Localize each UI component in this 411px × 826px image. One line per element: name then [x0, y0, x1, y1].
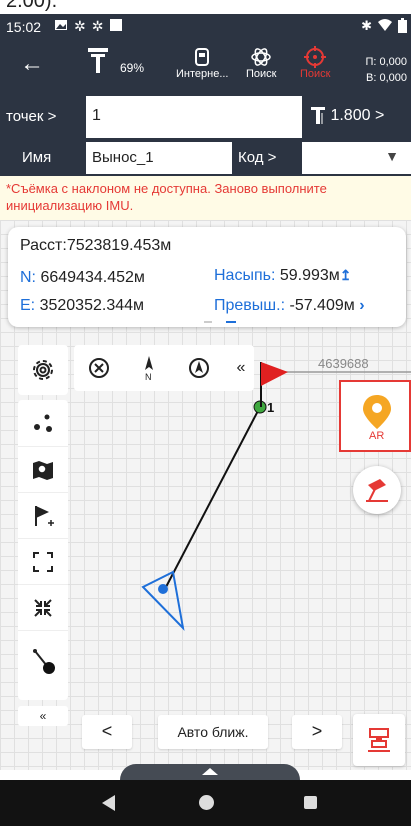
precision-readout: П: 0,000 В: 0,000 [365, 56, 407, 84]
system-back-icon[interactable] [102, 795, 115, 811]
name-row: Имя Вынос_1 Код > ▼ [0, 140, 411, 176]
antenna-height-button[interactable]: 1.800 > [310, 106, 384, 126]
bottom-drawer-handle[interactable] [120, 764, 300, 780]
dropdown-arrow-icon: ▼ [385, 148, 399, 164]
guide-line [165, 406, 261, 588]
gear-icon: ✲ [91, 18, 104, 34]
page-indicator [204, 321, 236, 323]
svg-text:AR: AR [369, 430, 384, 441]
name-input[interactable]: Вынос_1 [86, 142, 232, 174]
internet-button[interactable]: Интерне... [176, 46, 229, 80]
cancel-target-button[interactable] [74, 345, 124, 391]
next-point-button[interactable]: > [292, 715, 342, 749]
modem-icon [195, 48, 210, 66]
measure-line-button[interactable] [18, 630, 68, 690]
previous-point-button[interactable]: < [82, 715, 132, 749]
close-circle-icon [89, 358, 109, 378]
code-dropdown[interactable]: ▼ [302, 142, 411, 174]
target-search-button[interactable]: Поиск [300, 46, 330, 80]
wifi-icon [378, 19, 392, 31]
stake-pin-button[interactable] [353, 466, 401, 514]
ar-pin-icon: AR [363, 395, 391, 442]
settings-button[interactable] [18, 345, 68, 395]
gear-icon: ✲ [74, 18, 86, 34]
target-point-name: 4639688 [318, 356, 369, 371]
gnss-receiver-icon[interactable] [86, 46, 110, 76]
easting-readout: E: 3520352.344м [20, 297, 145, 314]
add-flag-button[interactable] [18, 492, 68, 538]
battery-percent: 69% [120, 61, 145, 75]
fullscreen-icon [33, 551, 53, 572]
satellite-search-button[interactable]: Поиск [246, 46, 276, 80]
navigation-mode-button[interactable] [174, 345, 224, 391]
gear-icon [33, 360, 53, 380]
point-label: 1 [267, 400, 274, 415]
collapse-toolbar-button[interactable]: « [18, 706, 68, 726]
atom-icon [251, 48, 271, 66]
points-icon [34, 414, 52, 432]
status-time: 15:02 [6, 19, 42, 35]
view-controls: N [74, 345, 254, 391]
position-cone-icon [141, 570, 185, 632]
svg-text:N: N [145, 372, 152, 382]
current-position [158, 584, 168, 594]
north-up-button[interactable]: N [124, 345, 174, 391]
northing-readout: N: 6649434.452м [20, 269, 145, 286]
left-toolbar [18, 400, 68, 700]
point-row: точек > 1 1.800 > [0, 94, 411, 140]
excess-readout: Превыш.: -57.409м › [214, 297, 365, 314]
stakeout-info-card[interactable]: Расст:7523819.453м N: 6649434.452м E: 35… [8, 227, 406, 327]
chevron-right-icon[interactable]: › [359, 297, 364, 314]
map-layers-button[interactable] [18, 446, 68, 492]
antenna-height-icon [311, 107, 325, 124]
distance-readout: Расст:7523819.453м [20, 237, 172, 254]
survey-point-button[interactable] [353, 714, 405, 766]
name-label: Имя [22, 149, 52, 166]
auto-nearest-button[interactable]: Авто ближ. [158, 715, 268, 749]
chevron-up-icon [202, 768, 218, 775]
bluetooth-icon: ✱ [361, 18, 372, 33]
stake-pin-icon [366, 479, 388, 502]
top-toolbar: ← 69% Интерне... Поиск Поиск П: 0,000 В:… [0, 40, 411, 94]
system-recents-icon[interactable] [304, 796, 317, 809]
points-button[interactable] [18, 400, 68, 446]
battery-icon [398, 18, 407, 33]
survey-station-icon [368, 728, 390, 752]
image-icon [55, 20, 67, 30]
navigation-icon [189, 358, 209, 378]
collapse-controls-button[interactable]: « [230, 352, 252, 386]
back-arrow-icon[interactable]: ← [20, 52, 44, 76]
line-point-icon [33, 648, 55, 674]
square-icon [110, 19, 123, 31]
zoom-fit-button[interactable] [18, 584, 68, 630]
flag-plus-icon [35, 505, 54, 526]
cropped-header: 2.00). [0, 0, 411, 14]
imu-warning: *Съёмка с наклоном не доступна. Заново в… [0, 176, 411, 220]
system-home-icon[interactable] [199, 795, 214, 810]
map-icon [33, 460, 53, 480]
fill-readout: Насыпь: 59.993м↥ [214, 267, 352, 284]
fill-up-arrow-icon: ↥ [339, 267, 352, 283]
north-arrow-icon: N [145, 356, 153, 382]
fullscreen-button[interactable] [18, 538, 68, 584]
points-selector[interactable]: точек > [6, 108, 56, 125]
point-name-input[interactable]: 1 [86, 96, 302, 138]
collapse-arrows-icon [34, 598, 52, 617]
ar-button[interactable]: AR [339, 380, 411, 452]
target-flag-icon [261, 362, 288, 386]
status-bar: 15:02 ✲ ✲ ✱ [0, 14, 411, 40]
code-selector[interactable]: Код > [238, 149, 276, 166]
system-navigation-bar [0, 780, 411, 826]
crosshair-icon [304, 46, 327, 68]
